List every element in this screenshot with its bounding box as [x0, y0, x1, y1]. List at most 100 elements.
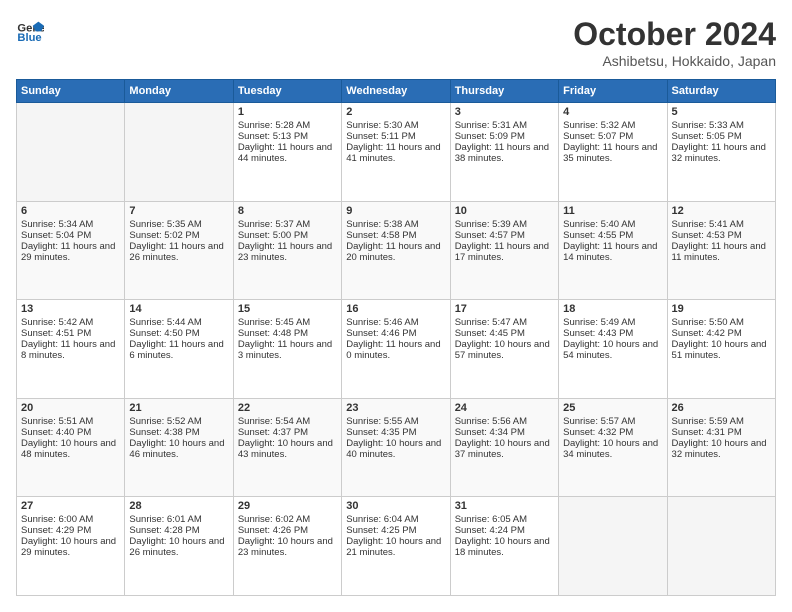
day-number: 25 [563, 402, 662, 414]
calendar-cell: 25 Sunrise: 5:57 AM Sunset: 4:32 PM Dayl… [559, 398, 667, 497]
calendar-cell: 24 Sunrise: 5:56 AM Sunset: 4:34 PM Dayl… [450, 398, 558, 497]
daylight: Daylight: 11 hours and 23 minutes. [238, 241, 332, 263]
daylight: Daylight: 10 hours and 54 minutes. [563, 339, 658, 361]
calendar-week-1: 1 Sunrise: 5:28 AM Sunset: 5:13 PM Dayli… [17, 103, 776, 202]
header-saturday: Saturday [667, 80, 775, 103]
day-number: 30 [346, 500, 445, 512]
daylight: Daylight: 10 hours and 43 minutes. [238, 438, 333, 460]
sunrise: Sunrise: 5:56 AM [455, 416, 527, 427]
sunset: Sunset: 4:43 PM [563, 328, 633, 339]
sunset: Sunset: 4:26 PM [238, 525, 308, 536]
day-number: 23 [346, 402, 445, 414]
sunset: Sunset: 4:35 PM [346, 427, 416, 438]
sunrise: Sunrise: 5:44 AM [129, 317, 201, 328]
daylight: Daylight: 11 hours and 32 minutes. [672, 142, 766, 164]
sunset: Sunset: 5:02 PM [129, 230, 199, 241]
daylight: Daylight: 11 hours and 0 minutes. [346, 339, 440, 361]
daylight: Daylight: 11 hours and 35 minutes. [563, 142, 657, 164]
calendar-cell: 15 Sunrise: 5:45 AM Sunset: 4:48 PM Dayl… [233, 300, 341, 399]
calendar-cell: 23 Sunrise: 5:55 AM Sunset: 4:35 PM Dayl… [342, 398, 450, 497]
header-tuesday: Tuesday [233, 80, 341, 103]
sunrise: Sunrise: 5:52 AM [129, 416, 201, 427]
daylight: Daylight: 11 hours and 3 minutes. [238, 339, 332, 361]
daylight: Daylight: 11 hours and 11 minutes. [672, 241, 766, 263]
day-number: 11 [563, 205, 662, 217]
calendar-week-2: 6 Sunrise: 5:34 AM Sunset: 5:04 PM Dayli… [17, 201, 776, 300]
sunset: Sunset: 4:50 PM [129, 328, 199, 339]
sunrise: Sunrise: 5:34 AM [21, 219, 93, 230]
day-number: 18 [563, 303, 662, 315]
daylight: Daylight: 10 hours and 26 minutes. [129, 536, 224, 558]
calendar-cell: 7 Sunrise: 5:35 AM Sunset: 5:02 PM Dayli… [125, 201, 233, 300]
calendar-cell: 14 Sunrise: 5:44 AM Sunset: 4:50 PM Dayl… [125, 300, 233, 399]
day-number: 27 [21, 500, 120, 512]
header-thursday: Thursday [450, 80, 558, 103]
calendar-cell: 28 Sunrise: 6:01 AM Sunset: 4:28 PM Dayl… [125, 497, 233, 596]
sunrise: Sunrise: 5:37 AM [238, 219, 310, 230]
daylight: Daylight: 11 hours and 41 minutes. [346, 142, 440, 164]
day-number: 31 [455, 500, 554, 512]
day-number: 17 [455, 303, 554, 315]
daylight: Daylight: 11 hours and 26 minutes. [129, 241, 223, 263]
sunset: Sunset: 4:42 PM [672, 328, 742, 339]
sunrise: Sunrise: 5:40 AM [563, 219, 635, 230]
svg-text:Blue: Blue [17, 32, 41, 44]
calendar-cell: 29 Sunrise: 6:02 AM Sunset: 4:26 PM Dayl… [233, 497, 341, 596]
sunrise: Sunrise: 5:50 AM [672, 317, 744, 328]
daylight: Daylight: 10 hours and 46 minutes. [129, 438, 224, 460]
sunset: Sunset: 4:48 PM [238, 328, 308, 339]
month-title: October 2024 [573, 16, 776, 53]
sunrise: Sunrise: 5:45 AM [238, 317, 310, 328]
sunrise: Sunrise: 5:57 AM [563, 416, 635, 427]
sunset: Sunset: 5:04 PM [21, 230, 91, 241]
daylight: Daylight: 11 hours and 6 minutes. [129, 339, 223, 361]
sunset: Sunset: 4:38 PM [129, 427, 199, 438]
daylight: Daylight: 10 hours and 37 minutes. [455, 438, 550, 460]
calendar-cell: 26 Sunrise: 5:59 AM Sunset: 4:31 PM Dayl… [667, 398, 775, 497]
calendar-cell: 21 Sunrise: 5:52 AM Sunset: 4:38 PM Dayl… [125, 398, 233, 497]
daylight: Daylight: 11 hours and 20 minutes. [346, 241, 440, 263]
calendar-cell [125, 103, 233, 202]
sunset: Sunset: 4:32 PM [563, 427, 633, 438]
calendar-cell: 11 Sunrise: 5:40 AM Sunset: 4:55 PM Dayl… [559, 201, 667, 300]
sunset: Sunset: 4:46 PM [346, 328, 416, 339]
calendar-cell: 2 Sunrise: 5:30 AM Sunset: 5:11 PM Dayli… [342, 103, 450, 202]
day-number: 10 [455, 205, 554, 217]
sunrise: Sunrise: 6:05 AM [455, 514, 527, 525]
daylight: Daylight: 11 hours and 17 minutes. [455, 241, 549, 263]
calendar-week-5: 27 Sunrise: 6:00 AM Sunset: 4:29 PM Dayl… [17, 497, 776, 596]
sunset: Sunset: 4:29 PM [21, 525, 91, 536]
sunrise: Sunrise: 6:01 AM [129, 514, 201, 525]
header-monday: Monday [125, 80, 233, 103]
calendar-cell [667, 497, 775, 596]
sunrise: Sunrise: 5:54 AM [238, 416, 310, 427]
daylight: Daylight: 10 hours and 29 minutes. [21, 536, 116, 558]
sunset: Sunset: 4:24 PM [455, 525, 525, 536]
sunrise: Sunrise: 5:47 AM [455, 317, 527, 328]
sunrise: Sunrise: 5:39 AM [455, 219, 527, 230]
calendar-cell: 27 Sunrise: 6:00 AM Sunset: 4:29 PM Dayl… [17, 497, 125, 596]
day-number: 3 [455, 106, 554, 118]
calendar-cell: 31 Sunrise: 6:05 AM Sunset: 4:24 PM Dayl… [450, 497, 558, 596]
day-number: 24 [455, 402, 554, 414]
calendar-cell: 20 Sunrise: 5:51 AM Sunset: 4:40 PM Dayl… [17, 398, 125, 497]
daylight: Daylight: 11 hours and 8 minutes. [21, 339, 115, 361]
day-number: 6 [21, 205, 120, 217]
sunset: Sunset: 4:58 PM [346, 230, 416, 241]
calendar-week-3: 13 Sunrise: 5:42 AM Sunset: 4:51 PM Dayl… [17, 300, 776, 399]
page-header: General Blue General Blue October 2024 A… [16, 16, 776, 69]
calendar-cell: 16 Sunrise: 5:46 AM Sunset: 4:46 PM Dayl… [342, 300, 450, 399]
calendar-cell: 8 Sunrise: 5:37 AM Sunset: 5:00 PM Dayli… [233, 201, 341, 300]
calendar-cell: 5 Sunrise: 5:33 AM Sunset: 5:05 PM Dayli… [667, 103, 775, 202]
daylight: Daylight: 10 hours and 23 minutes. [238, 536, 333, 558]
calendar-week-4: 20 Sunrise: 5:51 AM Sunset: 4:40 PM Dayl… [17, 398, 776, 497]
calendar-cell: 4 Sunrise: 5:32 AM Sunset: 5:07 PM Dayli… [559, 103, 667, 202]
calendar-cell: 30 Sunrise: 6:04 AM Sunset: 4:25 PM Dayl… [342, 497, 450, 596]
title-block: October 2024 Ashibetsu, Hokkaido, Japan [573, 16, 776, 69]
sunrise: Sunrise: 6:02 AM [238, 514, 310, 525]
sunset: Sunset: 4:37 PM [238, 427, 308, 438]
daylight: Daylight: 10 hours and 34 minutes. [563, 438, 658, 460]
calendar-cell [17, 103, 125, 202]
sunrise: Sunrise: 5:55 AM [346, 416, 418, 427]
sunset: Sunset: 5:05 PM [672, 131, 742, 142]
